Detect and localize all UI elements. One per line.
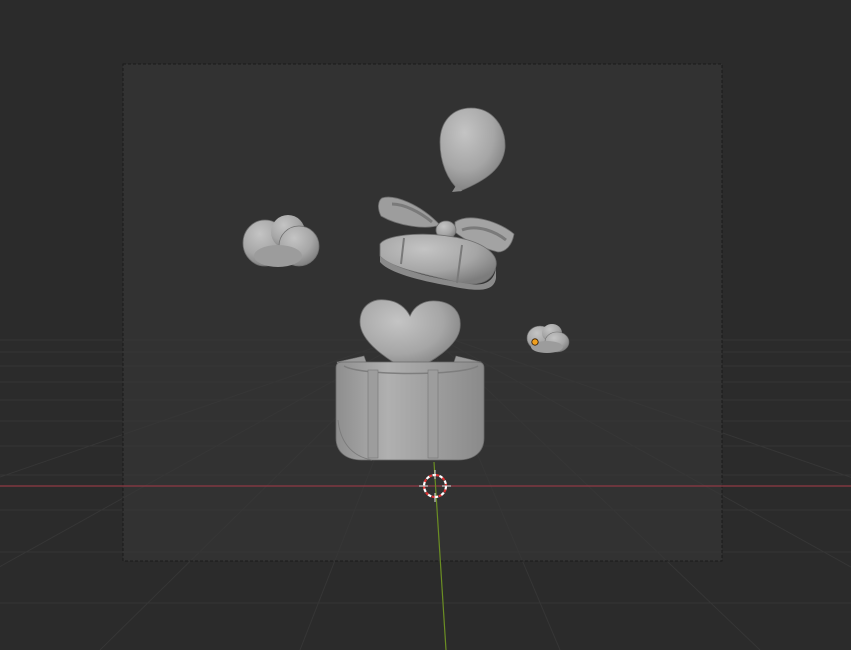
object-origin-dot [531, 338, 539, 346]
3d-viewport[interactable] [0, 0, 851, 650]
gift-box-object[interactable] [335, 355, 485, 461]
